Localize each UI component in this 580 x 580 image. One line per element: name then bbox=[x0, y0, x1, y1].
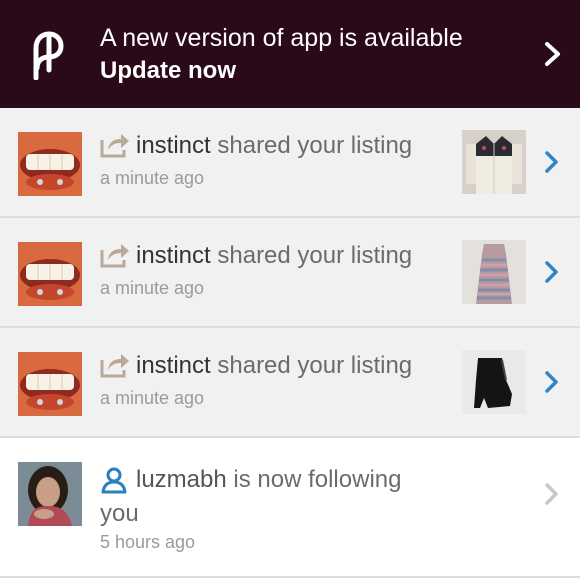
username-link[interactable]: luzmabh bbox=[136, 466, 227, 493]
avatar[interactable] bbox=[18, 132, 82, 196]
avatar[interactable] bbox=[18, 242, 82, 306]
notification-row[interactable]: instinct shared your listing a minute ag… bbox=[0, 108, 580, 218]
follow-user-icon bbox=[101, 467, 127, 494]
follow-message: luzmabh is now following bbox=[136, 464, 401, 496]
share-icon bbox=[100, 354, 129, 378]
listing-thumbnail[interactable] bbox=[462, 350, 526, 414]
username-link[interactable]: instinct bbox=[136, 352, 211, 379]
notification-message: instinct shared your listing bbox=[136, 240, 412, 272]
update-banner[interactable]: A new version of app is available Update… bbox=[0, 0, 580, 108]
chevron-right-icon[interactable] bbox=[544, 41, 562, 67]
follow-action: is now following bbox=[226, 466, 402, 493]
username-link[interactable]: instinct bbox=[136, 132, 211, 159]
notification-time: 5 hours ago bbox=[100, 532, 196, 552]
notification-row[interactable]: luzmabh is now following you 5 hours ago bbox=[0, 438, 580, 578]
notification-time: a minute ago bbox=[100, 278, 205, 298]
username-link[interactable]: instinct bbox=[136, 242, 211, 269]
notification-row[interactable]: instinct shared your listing a minute ag… bbox=[0, 328, 580, 438]
avatar[interactable] bbox=[18, 352, 82, 416]
notification-message: instinct shared your listing bbox=[136, 130, 412, 162]
listing-thumbnail[interactable] bbox=[462, 130, 526, 194]
share-icon bbox=[100, 134, 129, 158]
notification-action: shared your listing bbox=[210, 352, 413, 379]
chevron-right-icon[interactable] bbox=[544, 260, 560, 284]
update-now-link[interactable]: Update now bbox=[100, 56, 236, 86]
notification-time: a minute ago bbox=[100, 388, 205, 408]
poshmark-logo-icon bbox=[33, 31, 64, 80]
share-icon bbox=[100, 244, 129, 268]
notification-row[interactable]: instinct shared your listing a minute ag… bbox=[0, 218, 580, 328]
chevron-right-icon[interactable] bbox=[544, 370, 560, 394]
notification-time: a minute ago bbox=[100, 168, 205, 188]
notification-action: shared your listing bbox=[210, 132, 413, 159]
update-banner-title: A new version of app is available bbox=[100, 24, 463, 52]
chevron-right-icon[interactable] bbox=[544, 482, 560, 506]
notification-message: instinct shared your listing bbox=[136, 350, 412, 382]
avatar[interactable] bbox=[18, 462, 82, 526]
follow-action-continued: you bbox=[100, 500, 139, 527]
chevron-right-icon[interactable] bbox=[544, 150, 560, 174]
listing-thumbnail[interactable] bbox=[462, 240, 526, 304]
notification-action: shared your listing bbox=[210, 242, 413, 269]
